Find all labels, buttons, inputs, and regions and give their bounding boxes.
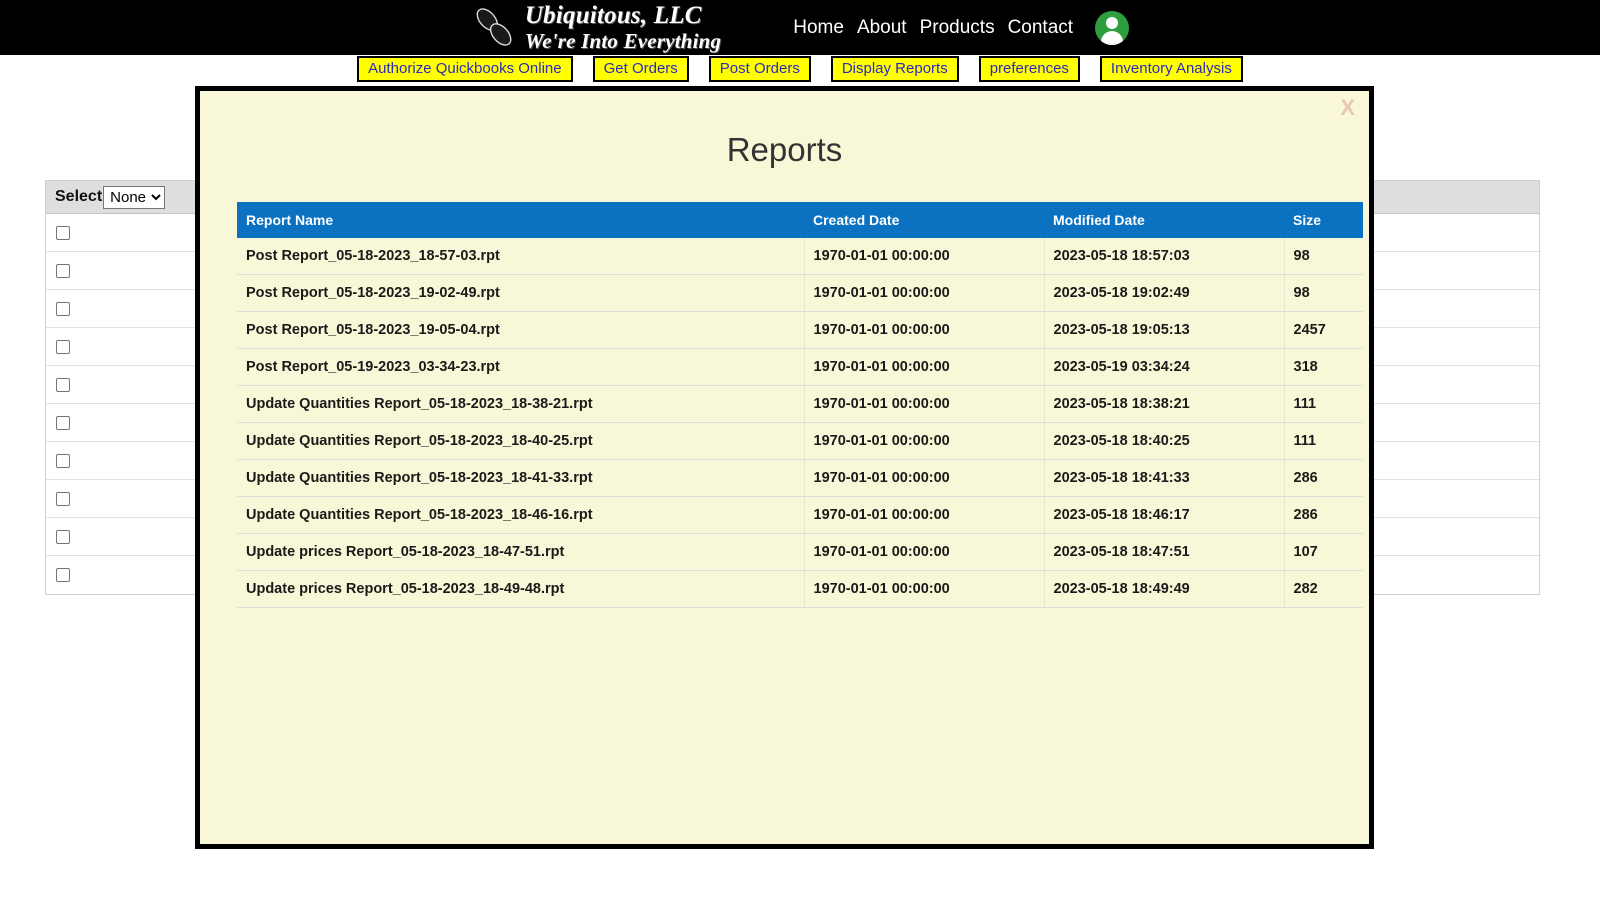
cell-created-date: 1970-01-01 00:00:00: [803, 385, 1045, 423]
cell-report-name: Update prices Report_05-18-2023_18-49-48…: [237, 570, 805, 608]
action-button-bar: Authorize Quickbooks Online Get Orders P…: [0, 56, 1600, 83]
cell-size: 111: [1283, 422, 1363, 460]
reports-table-header-row: Report Name Created Date Modified Date S…: [237, 202, 1363, 238]
column-header-created-date[interactable]: Created Date: [804, 202, 1044, 238]
row-checkbox[interactable]: [56, 225, 70, 240]
cell-report-name: Update prices Report_05-18-2023_18-47-51…: [237, 533, 805, 571]
cell-modified-date: 2023-05-18 18:49:49: [1043, 570, 1285, 608]
table-row[interactable]: Update prices Report_05-18-2023_18-49-48…: [237, 570, 1363, 608]
cell-created-date: 1970-01-01 00:00:00: [803, 274, 1045, 312]
row-checkbox[interactable]: [56, 263, 70, 278]
cell-report-name: Update Quantities Report_05-18-2023_18-4…: [237, 496, 805, 534]
cell-created-date: 1970-01-01 00:00:00: [803, 422, 1045, 460]
cell-report-name: Update Quantities Report_05-18-2023_18-4…: [237, 422, 805, 460]
double-ellipse-logo-icon: [476, 8, 512, 47]
authorize-quickbooks-online-button[interactable]: Authorize Quickbooks Online: [357, 56, 573, 82]
post-orders-button[interactable]: Post Orders: [708, 56, 811, 82]
cell-modified-date: 2023-05-18 18:47:51: [1043, 533, 1285, 571]
cell-size: 98: [1283, 238, 1363, 275]
row-checkbox[interactable]: [56, 339, 70, 354]
cell-size: 318: [1283, 348, 1363, 386]
brand: Ubiquitous, LLC We're Into Everything: [471, 2, 722, 53]
preferences-button[interactable]: preferences: [978, 56, 1080, 82]
cell-size: 107: [1283, 533, 1363, 571]
reports-table-container: Report Name Created Date Modified Date S…: [237, 202, 1363, 608]
table-row[interactable]: Update Quantities Report_05-18-2023_18-4…: [237, 422, 1363, 460]
cell-report-name: Post Report_05-19-2023_03-34-23.rpt: [237, 348, 805, 386]
inventory-analysis-button[interactable]: Inventory Analysis: [1099, 56, 1243, 82]
cell-size: 2457: [1283, 311, 1363, 349]
cell-created-date: 1970-01-01 00:00:00: [803, 496, 1045, 534]
cell-created-date: 1970-01-01 00:00:00: [803, 570, 1045, 608]
row-checkbox[interactable]: [56, 415, 70, 430]
cell-modified-date: 2023-05-18 18:38:21: [1043, 385, 1285, 423]
brand-tagline: We're Into Everything: [524, 28, 722, 53]
cell-created-date: 1970-01-01 00:00:00: [803, 311, 1045, 349]
close-icon[interactable]: X: [1340, 97, 1355, 119]
nav-link-products[interactable]: Products: [920, 17, 995, 39]
column-header-size[interactable]: Size: [1284, 202, 1363, 238]
table-row[interactable]: Post Report_05-18-2023_19-05-04.rpt 1970-…: [237, 311, 1363, 349]
cell-size: 111: [1283, 385, 1363, 423]
column-header-report-name[interactable]: Report Name: [237, 202, 804, 238]
cell-size: 98: [1283, 274, 1363, 312]
cell-modified-date: 2023-05-18 18:40:25: [1043, 422, 1285, 460]
cell-report-name: Update Quantities Report_05-18-2023_18-3…: [237, 385, 805, 423]
cell-modified-date: 2023-05-19 03:34:24: [1043, 348, 1285, 386]
table-row[interactable]: Post Report_05-18-2023_19-02-49.rpt 1970-…: [237, 274, 1363, 312]
cell-report-name: Update Quantities Report_05-18-2023_18-4…: [237, 459, 805, 497]
table-row[interactable]: Post Report_05-18-2023_18-57-03.rpt 1970-…: [237, 238, 1363, 275]
display-reports-button[interactable]: Display Reports: [830, 56, 959, 82]
reports-table-body: Post Report_05-18-2023_18-57-03.rpt 1970-…: [237, 238, 1363, 608]
get-orders-button[interactable]: Get Orders: [592, 56, 689, 82]
select-all-dropdown[interactable]: NoneAll: [103, 185, 166, 209]
site-header: Ubiquitous, LLC We're Into Everything Ho…: [0, 0, 1600, 55]
nav-link-about[interactable]: About: [857, 17, 907, 39]
cell-report-name: Post Report_05-18-2023_19-02-49.rpt: [237, 274, 805, 312]
table-row[interactable]: Update prices Report_05-18-2023_18-47-51…: [237, 533, 1363, 571]
row-checkbox[interactable]: [56, 568, 70, 582]
nav-link-contact[interactable]: Contact: [1008, 17, 1073, 39]
row-checkbox[interactable]: [56, 301, 70, 316]
cell-created-date: 1970-01-01 00:00:00: [803, 533, 1045, 571]
cell-size: 286: [1283, 459, 1363, 497]
column-header-modified-date[interactable]: Modified Date: [1044, 202, 1284, 238]
avatar-head-shape: [1106, 16, 1119, 29]
avatar-body-shape: [1101, 30, 1124, 45]
modal-title: Reports: [726, 131, 843, 168]
select-column-label: Select: [55, 188, 103, 205]
table-row[interactable]: Update Quantities Report_05-18-2023_18-3…: [237, 385, 1363, 423]
cell-modified-date: 2023-05-18 19:05:13: [1043, 311, 1285, 349]
reports-table-head: Report Name Created Date Modified Date S…: [237, 202, 1363, 238]
cell-size: 282: [1283, 570, 1363, 608]
brand-name: Ubiquitous, LLC: [524, 2, 702, 30]
row-checkbox[interactable]: [56, 377, 70, 392]
row-checkbox[interactable]: [56, 491, 70, 506]
cell-modified-date: 2023-05-18 18:57:03: [1043, 238, 1285, 275]
reports-table: Report Name Created Date Modified Date S…: [237, 202, 1363, 608]
user-avatar-icon[interactable]: [1095, 10, 1130, 45]
nav-link-home[interactable]: Home: [793, 17, 844, 39]
cell-modified-date: 2023-05-18 18:41:33: [1043, 459, 1285, 497]
main-navigation: Home About Products Contact: [793, 10, 1130, 45]
table-row[interactable]: Update Quantities Report_05-18-2023_18-4…: [237, 496, 1363, 534]
cell-modified-date: 2023-05-18 19:02:49: [1043, 274, 1285, 312]
reports-modal: X Reports Report Name Created Date Modif…: [195, 86, 1374, 849]
cell-report-name: Post Report_05-18-2023_19-05-04.rpt: [237, 311, 805, 349]
row-checkbox[interactable]: [56, 453, 70, 468]
table-row[interactable]: Post Report_05-19-2023_03-34-23.rpt 1970-…: [237, 348, 1363, 386]
cell-size: 286: [1283, 496, 1363, 534]
cell-created-date: 1970-01-01 00:00:00: [803, 238, 1045, 275]
cell-created-date: 1970-01-01 00:00:00: [803, 348, 1045, 386]
cell-report-name: Post Report_05-18-2023_18-57-03.rpt: [237, 238, 805, 275]
cell-modified-date: 2023-05-18 18:46:17: [1043, 496, 1285, 534]
cell-created-date: 1970-01-01 00:00:00: [803, 459, 1045, 497]
brand-text: Ubiquitous, LLC We're Into Everything: [524, 2, 722, 53]
table-row[interactable]: Update Quantities Report_05-18-2023_18-4…: [237, 459, 1363, 497]
row-checkbox[interactable]: [56, 529, 70, 544]
